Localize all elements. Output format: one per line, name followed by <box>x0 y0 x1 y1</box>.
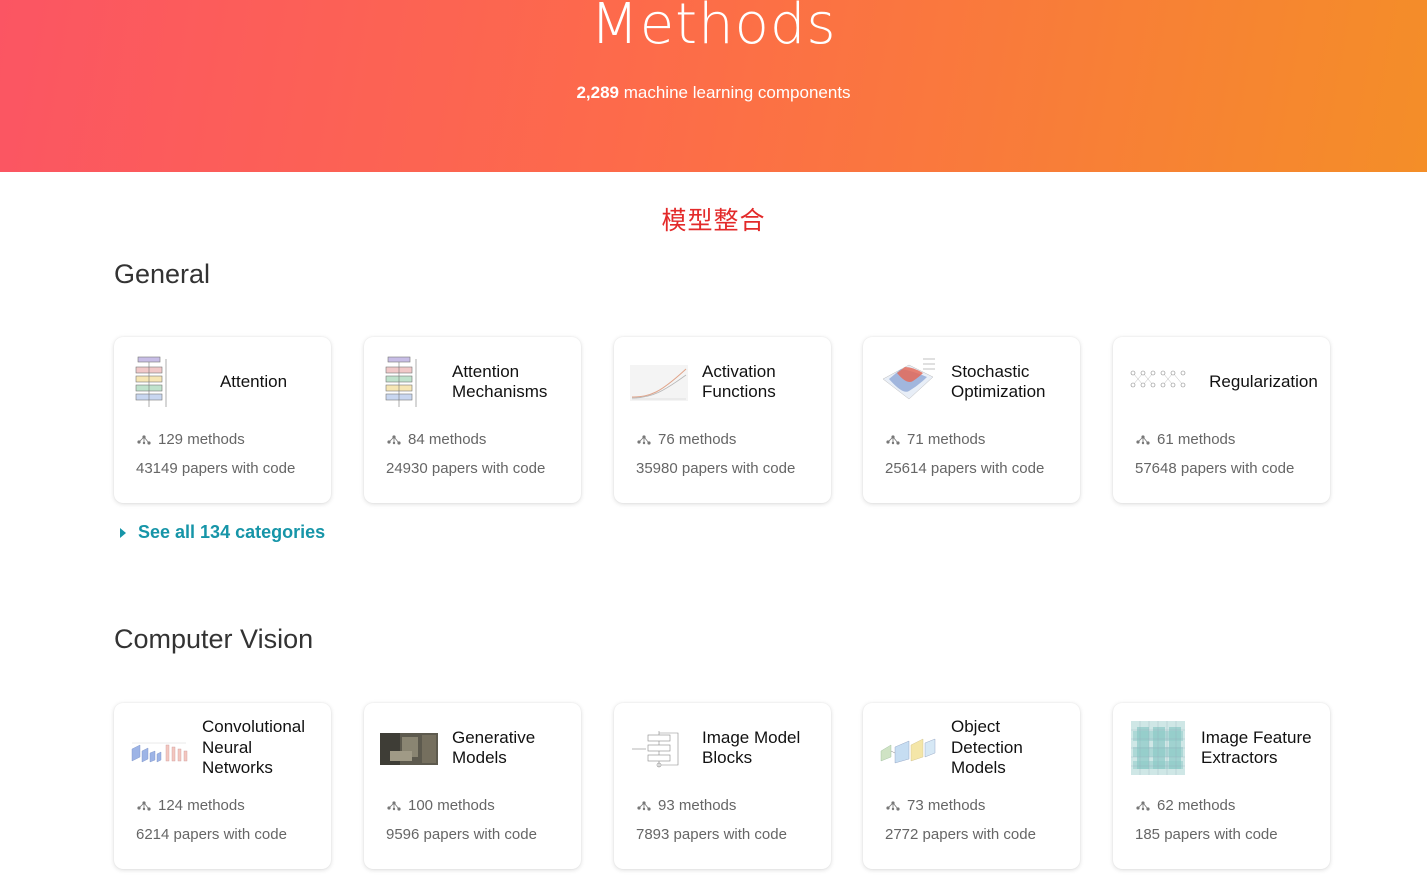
overlay-label: 模型整合 <box>661 206 766 235</box>
category-card-stochastic-optimization[interactable]: Stochastic Optimization 71 methods 25614… <box>863 337 1080 503</box>
component-count: 2,289 <box>576 83 619 102</box>
section-title-computer-vision[interactable]: Computer Vision <box>114 624 313 655</box>
papers-count: 185 papers with code <box>1135 826 1278 843</box>
methods-count: 124 methods <box>136 797 245 814</box>
card-title[interactable]: Regularization <box>1205 349 1322 415</box>
detection-diagram-thumbnail <box>880 738 936 764</box>
card-row-computer-vision: Convolutional Neural Networks 124 method… <box>114 703 1330 869</box>
category-card-image-model-blocks[interactable]: Image Model Blocks 93 methods 7893 paper… <box>614 703 831 869</box>
papers-count: 6214 papers with code <box>136 826 287 843</box>
methods-count: 93 methods <box>636 797 736 814</box>
see-all-categories-link[interactable]: See all 134 categories <box>120 522 325 543</box>
category-card-convolutional-neural-networks[interactable]: Convolutional Neural Networks 124 method… <box>114 703 331 869</box>
card-title[interactable]: Image Model Blocks <box>702 715 823 781</box>
category-card-attention-mechanisms[interactable]: Attention Mechanisms 84 methods 24930 pa… <box>364 337 581 503</box>
papers-count: 2772 papers with code <box>885 826 1036 843</box>
network-icon <box>1136 434 1150 445</box>
methods-count: 100 methods <box>386 797 495 814</box>
category-card-attention[interactable]: Attention 129 methods 43149 papers with … <box>114 337 331 503</box>
card-title[interactable]: Object Detection Models <box>951 715 1072 781</box>
hero-banner: Methods 2,289 machine learning component… <box>0 0 1427 172</box>
methods-count: 73 methods <box>885 797 985 814</box>
card-title[interactable]: Generative Models <box>452 715 573 781</box>
card-title[interactable]: Convolutional Neural Networks <box>202 715 323 781</box>
network-icon <box>387 434 401 445</box>
caret-right-icon <box>120 527 126 538</box>
category-card-generative-models[interactable]: Generative Models 100 methods 9596 paper… <box>364 703 581 869</box>
network-icon <box>1136 800 1150 811</box>
page-subtitle: 2,289 machine learning components <box>0 83 1427 103</box>
papers-count: 24930 papers with code <box>386 460 546 477</box>
methods-count: 129 methods <box>136 431 245 448</box>
activation-curve-thumbnail <box>630 365 688 401</box>
transformer-diagram-thumbnail <box>135 356 167 407</box>
category-card-regularization[interactable]: Regularization 61 methods 57648 papers w… <box>1113 337 1330 503</box>
network-icon <box>137 800 151 811</box>
card-title[interactable]: Image Feature Extractors <box>1201 715 1322 781</box>
block-diagram-thumbnail <box>632 731 679 768</box>
category-card-image-feature-extractors[interactable]: Image Feature Extractors 62 methods 185 … <box>1113 703 1330 869</box>
category-card-object-detection-models[interactable]: Object Detection Models 73 methods 2772 … <box>863 703 1080 869</box>
papers-count: 25614 papers with code <box>885 460 1045 477</box>
network-icon <box>387 800 401 811</box>
papers-count: 35980 papers with code <box>636 460 796 477</box>
network-icon <box>637 800 651 811</box>
network-icon <box>137 434 151 445</box>
card-title[interactable]: Attention Mechanisms <box>452 349 573 415</box>
methods-count: 71 methods <box>885 431 985 448</box>
methods-count: 62 methods <box>1135 797 1235 814</box>
category-card-activation-functions[interactable]: Activation Functions 76 methods 35980 pa… <box>614 337 831 503</box>
papers-count: 9596 papers with code <box>386 826 537 843</box>
feature-grid-thumbnail <box>1131 721 1185 775</box>
card-title[interactable]: Attention <box>184 349 323 415</box>
card-title[interactable]: Activation Functions <box>702 349 823 415</box>
page-title: Methods <box>590 0 837 57</box>
network-icon <box>637 434 651 445</box>
section-title-general[interactable]: General <box>114 259 210 290</box>
network-icon <box>886 434 900 445</box>
network-icon <box>886 800 900 811</box>
card-title[interactable]: Stochastic Optimization <box>951 349 1072 415</box>
methods-count: 84 methods <box>386 431 486 448</box>
loss-surface-thumbnail <box>882 358 935 400</box>
transformer-diagram-thumbnail <box>385 356 417 407</box>
methods-count: 76 methods <box>636 431 736 448</box>
cnn-diagram-thumbnail <box>131 742 188 763</box>
generated-image-thumbnail <box>380 733 438 765</box>
dropout-network-thumbnail <box>1130 370 1186 388</box>
methods-count: 61 methods <box>1135 431 1235 448</box>
papers-count: 43149 papers with code <box>136 460 296 477</box>
papers-count: 7893 papers with code <box>636 826 787 843</box>
subtitle-text: machine learning components <box>623 83 851 102</box>
card-row-general: Attention 129 methods 43149 papers with … <box>114 337 1330 503</box>
papers-count: 57648 papers with code <box>1135 460 1295 477</box>
